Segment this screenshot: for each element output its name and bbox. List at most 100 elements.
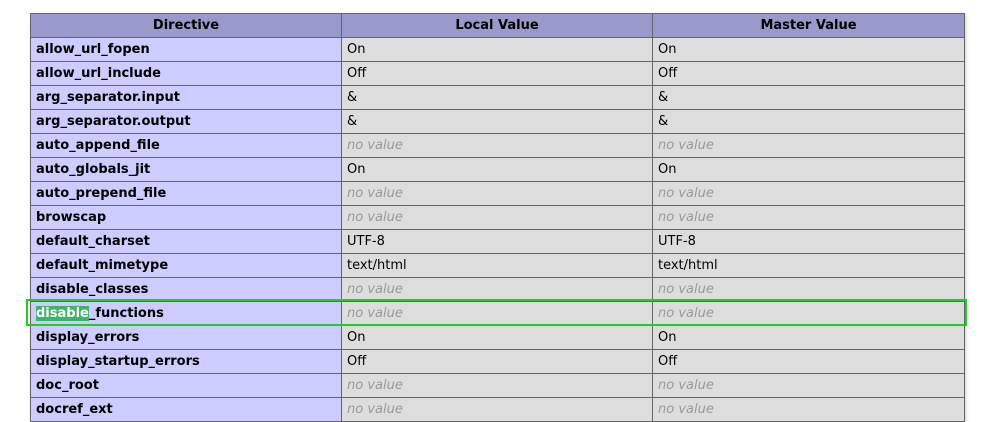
table-row: disable_functions no value no value (30, 301, 965, 326)
directive-cell: docref_ext (30, 397, 342, 422)
directive-cell: allow_url_include (30, 61, 342, 86)
php-config-table: Directive Local Value Master Value allow… (30, 13, 965, 422)
master-value-text: no value (658, 210, 714, 225)
master-value-text: On (658, 330, 677, 345)
table-row: docref_ext no value no value (30, 397, 965, 422)
table-row: auto_globals_jit On On (30, 157, 965, 182)
master-value-cell: UTF-8 (652, 229, 965, 254)
local-value-text: On (347, 330, 366, 345)
table-row: auto_append_file no value no value (30, 133, 965, 158)
master-value-cell: & (652, 85, 965, 110)
table-row: doc_root no value no value (30, 373, 965, 398)
table-header-row: Directive Local Value Master Value (30, 13, 965, 38)
local-value-text: Off (347, 66, 367, 81)
local-value-text: & (347, 114, 358, 129)
local-value-text: no value (347, 378, 403, 393)
master-value-cell: no value (652, 373, 965, 398)
table-row: default_mimetype text/html text/html (30, 253, 965, 278)
master-value-text: text/html (658, 258, 718, 273)
master-value-text: no value (658, 138, 714, 153)
local-value-cell: Off (341, 349, 653, 374)
local-value-cell: no value (341, 181, 653, 206)
table-row: auto_prepend_file no value no value (30, 181, 965, 206)
directive-cell: disable_functions (30, 301, 342, 326)
master-value-cell: On (652, 37, 965, 62)
directive-cell: default_charset (30, 229, 342, 254)
master-value-cell: On (652, 157, 965, 182)
local-value-text: no value (347, 186, 403, 201)
directive-cell: auto_globals_jit (30, 157, 342, 182)
directive-cell: auto_prepend_file (30, 181, 342, 206)
local-value-cell: no value (341, 373, 653, 398)
local-value-cell: & (341, 109, 653, 134)
local-value-cell: no value (341, 397, 653, 422)
local-value-text: no value (347, 306, 403, 321)
directive-cell: disable_classes (30, 277, 342, 302)
table-row: display_startup_errors Off Off (30, 349, 965, 374)
local-value-text: no value (347, 138, 403, 153)
master-value-cell: no value (652, 205, 965, 230)
local-value-text: text/html (347, 258, 407, 273)
header-directive: Directive (30, 13, 342, 38)
master-value-text: no value (658, 306, 714, 321)
header-local-value: Local Value (341, 13, 653, 38)
local-value-cell: On (341, 37, 653, 62)
master-value-text: no value (658, 282, 714, 297)
directive-cell: display_startup_errors (30, 349, 342, 374)
table-row: allow_url_include Off Off (30, 61, 965, 86)
header-master-value: Master Value (652, 13, 965, 38)
master-value-text: On (658, 162, 677, 177)
master-value-text: On (658, 42, 677, 57)
master-value-text: no value (658, 378, 714, 393)
table-row: browscap no value no value (30, 205, 965, 230)
local-value-text: no value (347, 282, 403, 297)
local-value-cell: no value (341, 277, 653, 302)
directive-cell: arg_separator.output (30, 109, 342, 134)
local-value-cell: UTF-8 (341, 229, 653, 254)
local-value-cell: no value (341, 301, 653, 326)
local-value-cell: no value (341, 205, 653, 230)
table-row: arg_separator.output & & (30, 109, 965, 134)
table-row: default_charset UTF-8 UTF-8 (30, 229, 965, 254)
table-row: disable_classes no value no value (30, 277, 965, 302)
master-value-cell: no value (652, 277, 965, 302)
master-value-cell: On (652, 325, 965, 350)
local-value-text: UTF-8 (347, 234, 385, 249)
directive-text: _functions (88, 306, 164, 321)
master-value-cell: no value (652, 181, 965, 206)
master-value-text: no value (658, 186, 714, 201)
local-value-cell: On (341, 157, 653, 182)
master-value-cell: no value (652, 301, 965, 326)
local-value-cell: & (341, 85, 653, 110)
directive-cell: allow_url_fopen (30, 37, 342, 62)
local-value-cell: no value (341, 133, 653, 158)
master-value-cell: text/html (652, 253, 965, 278)
directive-cell: display_errors (30, 325, 342, 350)
directive-cell: browscap (30, 205, 342, 230)
master-value-text: & (658, 90, 669, 105)
local-value-cell: On (341, 325, 653, 350)
directive-cell: auto_append_file (30, 133, 342, 158)
master-value-cell: no value (652, 397, 965, 422)
directive-cell: arg_separator.input (30, 85, 342, 110)
master-value-text: Off (658, 66, 678, 81)
php-config-table-wrapper: Directive Local Value Master Value allow… (30, 13, 965, 422)
local-value-text: On (347, 162, 366, 177)
local-value-text: Off (347, 354, 367, 369)
master-value-text: UTF-8 (658, 234, 696, 249)
table-row: display_errors On On (30, 325, 965, 350)
local-value-text: & (347, 90, 358, 105)
local-value-text: On (347, 42, 366, 57)
master-value-cell: Off (652, 61, 965, 86)
master-value-text: Off (658, 354, 678, 369)
local-value-cell: Off (341, 61, 653, 86)
directive-cell: doc_root (30, 373, 342, 398)
directive-cell: default_mimetype (30, 253, 342, 278)
table-row: arg_separator.input & & (30, 85, 965, 110)
master-value-cell: Off (652, 349, 965, 374)
selected-text: disable (36, 306, 89, 321)
master-value-cell: no value (652, 133, 965, 158)
local-value-cell: text/html (341, 253, 653, 278)
table-row: allow_url_fopen On On (30, 37, 965, 62)
local-value-text: no value (347, 210, 403, 225)
